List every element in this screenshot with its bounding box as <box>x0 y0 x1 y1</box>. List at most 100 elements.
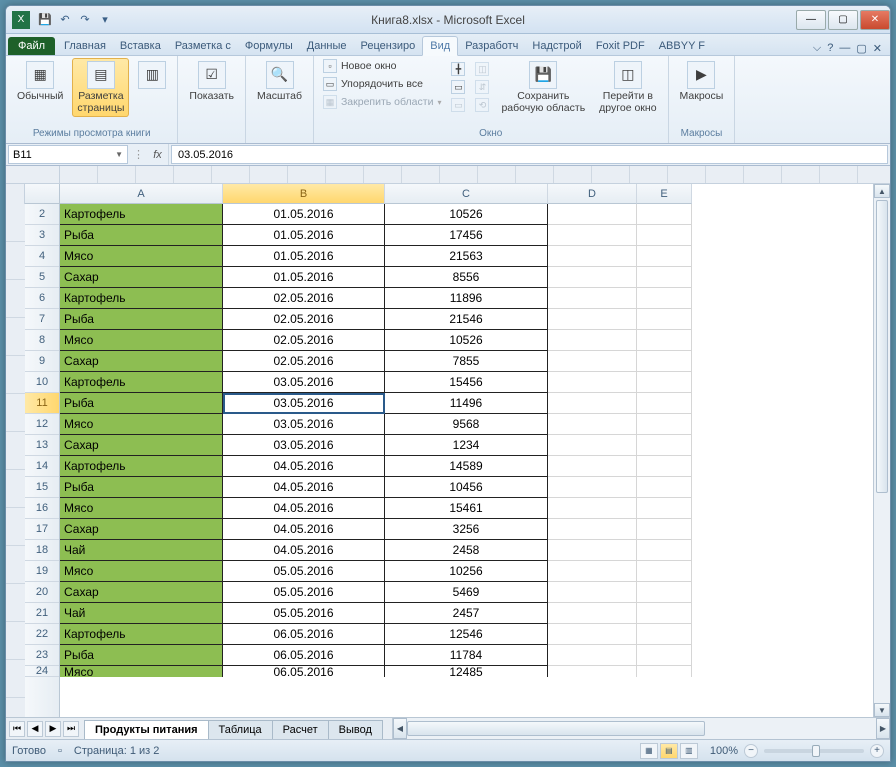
doc-close-icon[interactable]: ✕ <box>873 42 882 55</box>
cell[interactable]: 06.05.2016 <box>223 666 385 677</box>
arrange-all-button[interactable]: ▭Упорядочить все <box>320 76 445 92</box>
cell[interactable] <box>637 246 692 267</box>
cell[interactable]: Картофель <box>60 204 223 225</box>
zoom-button[interactable]: 🔍 Масштаб <box>252 58 307 106</box>
cell[interactable]: Сахар <box>60 351 223 372</box>
cell[interactable]: 21546 <box>385 309 548 330</box>
cell[interactable] <box>637 330 692 351</box>
row-header[interactable]: 13 <box>25 435 59 456</box>
cell[interactable]: 03.05.2016 <box>223 414 385 435</box>
name-box[interactable]: B11 ▼ <box>8 145 128 164</box>
col-header-b[interactable]: B <box>223 184 385 204</box>
name-box-dropdown-icon[interactable]: ▼ <box>115 150 123 159</box>
formula-input[interactable]: 03.05.2016 <box>171 145 888 164</box>
row-header[interactable]: 18 <box>25 540 59 561</box>
cell[interactable]: Картофель <box>60 624 223 645</box>
row-header[interactable]: 5 <box>25 267 59 288</box>
tab-page-layout[interactable]: Разметка с <box>168 37 238 55</box>
row-header[interactable]: 17 <box>25 519 59 540</box>
cell[interactable] <box>548 666 637 677</box>
col-header-d[interactable]: D <box>548 184 637 204</box>
cell[interactable]: Картофель <box>60 456 223 477</box>
cell[interactable] <box>637 582 692 603</box>
cell[interactable]: Сахар <box>60 267 223 288</box>
cell[interactable]: Мясо <box>60 561 223 582</box>
row-header[interactable]: 15 <box>25 477 59 498</box>
cell[interactable]: 12546 <box>385 624 548 645</box>
cell[interactable] <box>637 645 692 666</box>
cell[interactable] <box>548 582 637 603</box>
cell[interactable]: Сахар <box>60 519 223 540</box>
cell-grid[interactable]: Картофель01.05.201610526Рыба01.05.201617… <box>60 204 873 717</box>
row-header[interactable]: 10 <box>25 372 59 393</box>
cell[interactable] <box>637 309 692 330</box>
close-button[interactable]: ✕ <box>860 10 890 30</box>
cell[interactable] <box>637 351 692 372</box>
tab-next-icon[interactable]: ▶ <box>45 721 61 737</box>
cell[interactable]: Рыба <box>60 645 223 666</box>
cell[interactable]: 10256 <box>385 561 548 582</box>
row-header[interactable]: 19 <box>25 561 59 582</box>
cell[interactable]: 3256 <box>385 519 548 540</box>
cell[interactable] <box>548 603 637 624</box>
tab-data[interactable]: Данные <box>300 37 354 55</box>
cell[interactable]: 11896 <box>385 288 548 309</box>
switch-window-button[interactable]: ◫ Перейти в другое окно <box>594 58 661 117</box>
cell[interactable]: 05.05.2016 <box>223 561 385 582</box>
sheet-tab[interactable]: Продукты питания <box>84 720 209 739</box>
cell[interactable] <box>637 267 692 288</box>
cell[interactable]: 8556 <box>385 267 548 288</box>
cell[interactable] <box>637 540 692 561</box>
cell[interactable] <box>548 561 637 582</box>
freeze-panes-button[interactable]: ▦Закрепить области▾ <box>320 94 445 110</box>
cell[interactable]: 15461 <box>385 498 548 519</box>
cell[interactable] <box>548 288 637 309</box>
fx-icon[interactable]: fx <box>147 144 169 165</box>
tab-addins[interactable]: Надстрой <box>525 37 588 55</box>
cell[interactable]: 7855 <box>385 351 548 372</box>
cell[interactable]: 11784 <box>385 645 548 666</box>
tab-prev-icon[interactable]: ◀ <box>27 721 43 737</box>
cell[interactable] <box>637 477 692 498</box>
cell[interactable]: 06.05.2016 <box>223 645 385 666</box>
tab-review[interactable]: Рецензиро <box>354 37 423 55</box>
cell[interactable] <box>548 456 637 477</box>
tab-formulas[interactable]: Формулы <box>238 37 300 55</box>
cell[interactable]: 10456 <box>385 477 548 498</box>
cell[interactable]: 04.05.2016 <box>223 477 385 498</box>
cell[interactable]: Рыба <box>60 309 223 330</box>
normal-view-button[interactable]: ▦ Обычный <box>12 58 68 106</box>
maximize-button[interactable]: ▢ <box>828 10 858 30</box>
cell[interactable] <box>637 561 692 582</box>
page-layout-shortcut[interactable]: ▤ <box>660 743 678 759</box>
cell[interactable] <box>548 372 637 393</box>
ribbon-minimize-icon[interactable]: ⌵ <box>813 42 821 55</box>
cell[interactable]: Чай <box>60 540 223 561</box>
row-header[interactable]: 21 <box>25 603 59 624</box>
tab-view[interactable]: Вид <box>422 36 458 56</box>
page-layout-view-button[interactable]: ▤ Разметка страницы <box>72 58 129 117</box>
cell[interactable]: Мясо <box>60 498 223 519</box>
scroll-up-icon[interactable]: ▲ <box>874 184 890 198</box>
tab-file[interactable]: Файл <box>8 37 55 55</box>
cell[interactable]: 01.05.2016 <box>223 225 385 246</box>
cell[interactable] <box>548 330 637 351</box>
cell[interactable]: Картофель <box>60 288 223 309</box>
col-header-c[interactable]: C <box>385 184 548 204</box>
cell[interactable] <box>637 603 692 624</box>
row-header[interactable]: 23 <box>25 645 59 666</box>
minimize-button[interactable]: — <box>796 10 826 30</box>
help-icon[interactable]: ? <box>827 42 833 55</box>
cell[interactable]: 12485 <box>385 666 548 677</box>
cell[interactable] <box>548 519 637 540</box>
save-icon[interactable]: 💾 <box>37 12 53 28</box>
cell[interactable]: Сахар <box>60 582 223 603</box>
cell[interactable] <box>548 204 637 225</box>
cell[interactable] <box>637 498 692 519</box>
tab-abbyy[interactable]: ABBYY F <box>652 37 712 55</box>
save-workspace-button[interactable]: 💾 Сохранить рабочую область <box>496 58 590 117</box>
hscroll-thumb[interactable] <box>407 721 705 736</box>
cell[interactable]: Рыба <box>60 477 223 498</box>
row-header[interactable]: 6 <box>25 288 59 309</box>
select-all-corner[interactable] <box>25 184 60 204</box>
